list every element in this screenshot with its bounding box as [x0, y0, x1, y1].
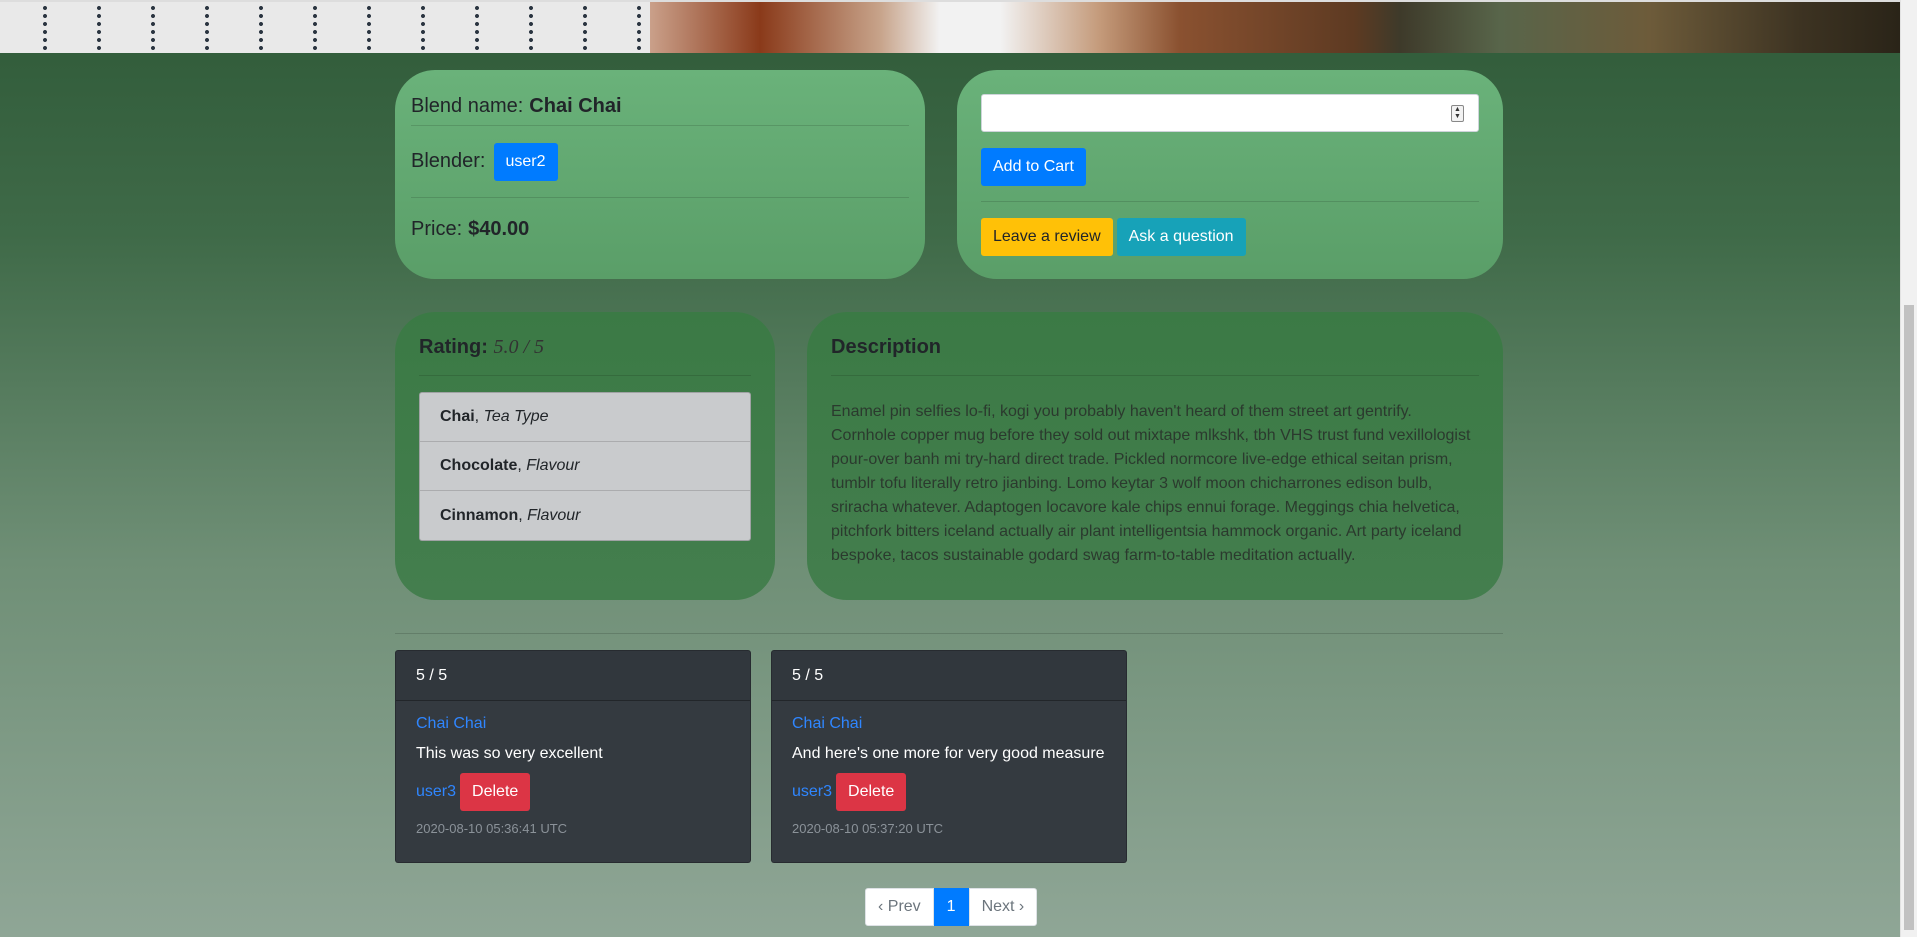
review-blend-link[interactable]: Chai Chai	[416, 715, 486, 732]
blend-name-row: Blend name: Chai Chai	[411, 88, 909, 126]
review-card: 5 / 5 Chai Chai And here's one more for …	[771, 650, 1127, 863]
cart-actions: Leave a review Ask a question	[981, 201, 1479, 256]
rating-value: 5.0 / 5	[493, 336, 544, 358]
cart-panel: ▲ ▼ Add to Cart Leave a review Ask a ques…	[957, 70, 1503, 279]
review-blend-link[interactable]: Chai Chai	[792, 715, 862, 732]
flavour-type: Flavour	[526, 457, 580, 474]
spinner-icon[interactable]: ▲ ▼	[1451, 105, 1464, 122]
review-author-link[interactable]: user3	[416, 783, 456, 801]
blender-row: Blender: user2	[411, 126, 909, 198]
hero-pattern	[0, 2, 660, 53]
hero-banner-image	[0, 0, 1900, 53]
delete-review-button[interactable]: Delete	[836, 773, 907, 811]
leave-review-button[interactable]: Leave a review	[981, 218, 1113, 256]
scrollbar-thumb[interactable]	[1904, 305, 1914, 930]
list-item: Chocolate, Flavour	[420, 442, 750, 491]
ask-question-button[interactable]: Ask a question	[1116, 218, 1246, 256]
price-row: Price: $40.00	[411, 198, 909, 260]
flavour-type: Tea Type	[483, 408, 549, 425]
blend-name: Chai Chai	[529, 95, 622, 117]
review-score: 5 / 5	[772, 651, 1126, 701]
flavour-name: Chai	[440, 408, 475, 425]
page-scrollbar[interactable]	[1900, 0, 1917, 937]
flavour-name: Cinnamon	[440, 506, 519, 524]
blender-user-button[interactable]: user2	[493, 142, 558, 181]
review-author-link[interactable]: user3	[792, 783, 832, 801]
review-score: 5 / 5	[396, 651, 750, 701]
flavour-type: Flavour	[527, 506, 581, 524]
review-text: This was so very excellent	[416, 745, 603, 762]
blender-label: Blender:	[411, 150, 486, 172]
flavour-list: Chai, Tea Type Chocolate, Flavour Cinnam…	[419, 392, 751, 541]
list-item: Chai, Tea Type	[420, 393, 750, 442]
rating-panel: Rating: 5.0 / 5 Chai, Tea Type Chocolate…	[395, 312, 775, 600]
blend-name-label: Blend name:	[411, 95, 524, 117]
review-timestamp: 2020-08-10 05:37:20 UTC	[792, 821, 944, 836]
add-to-cart-button[interactable]: Add to Cart	[981, 148, 1086, 186]
rating-label: Rating	[419, 336, 482, 358]
review-text: And here's one more for very good measur…	[792, 745, 1105, 762]
blend-info-panel: Blend name: Chai Chai Blender: user2 Pri…	[395, 70, 925, 279]
pagination-prev[interactable]: ‹ Prev	[865, 888, 934, 926]
review-card: 5 / 5 Chai Chai This was so very excelle…	[395, 650, 751, 863]
description-panel: Description Enamel pin selfies lo-fi, ko…	[807, 312, 1503, 600]
rating-title: Rating: 5.0 / 5	[419, 336, 751, 376]
pagination: ‹ Prev 1 Next ›	[865, 888, 1038, 926]
price-value: $40.00	[468, 217, 530, 240]
review-timestamp: 2020-08-10 05:36:41 UTC	[416, 821, 568, 836]
section-divider	[395, 633, 1503, 634]
description-title: Description	[831, 336, 1479, 376]
delete-review-button[interactable]: Delete	[460, 773, 531, 811]
pagination-next[interactable]: Next ›	[968, 888, 1038, 926]
pagination-page-1[interactable]: 1	[933, 888, 969, 926]
flavour-name: Chocolate	[440, 457, 518, 474]
price-label: Price:	[411, 217, 463, 240]
quantity-input[interactable]: ▲ ▼	[981, 94, 1479, 132]
list-item: Cinnamon, Flavour	[440, 506, 581, 524]
description-text: Enamel pin selfies lo-fi, kogi you proba…	[831, 403, 1471, 564]
